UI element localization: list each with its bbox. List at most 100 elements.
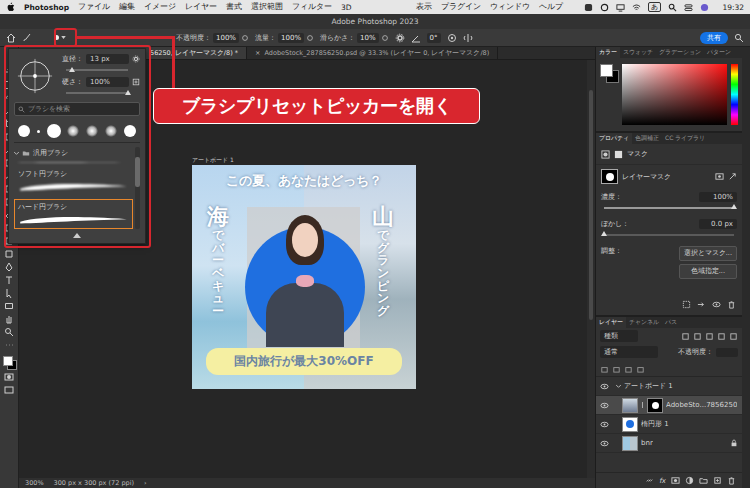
lock-option-icon[interactable] — [612, 364, 621, 373]
brush-tip[interactable] — [18, 125, 30, 137]
brush-preset[interactable]: ハード円ブラシ — [14, 199, 133, 229]
menu-item[interactable]: 書式 — [226, 2, 242, 12]
menu-item[interactable]: ヘルプ — [539, 2, 563, 12]
color-swatches[interactable] — [3, 356, 16, 369]
panel-tab[interactable]: パターン — [704, 47, 734, 58]
hardness-value[interactable]: 100% — [86, 77, 129, 87]
zoom-level[interactable]: 300% — [25, 479, 44, 487]
eye-icon[interactable] — [600, 401, 609, 410]
wifi-icon[interactable] — [632, 3, 641, 12]
quick-mask-icon[interactable] — [4, 372, 14, 382]
angle-value[interactable]: 0° — [427, 33, 441, 43]
artboard[interactable]: この夏、あなたはどっち？海でバーベキュー山でグランピング国内旅行が最大30%OF… — [192, 165, 416, 389]
creative-cloud-icon[interactable] — [600, 3, 609, 12]
pen-tool-icon[interactable] — [4, 262, 14, 272]
link-layers-icon[interactable] — [645, 476, 654, 485]
app-status-icon[interactable] — [584, 3, 593, 12]
brush-tip[interactable] — [86, 125, 98, 137]
opacity-field[interactable] — [716, 348, 738, 357]
menu-item[interactable]: 表示 — [416, 2, 432, 12]
apply-mask-icon[interactable] — [697, 300, 706, 309]
brush-tool-icon[interactable] — [22, 33, 32, 43]
panel-tab[interactable]: チャンネル — [626, 317, 662, 328]
eye-icon[interactable] — [600, 439, 609, 448]
foreground-swatch[interactable] — [3, 356, 13, 366]
layer-row[interactable]: アートボード 1 — [596, 377, 742, 396]
menu-item[interactable]: ウィンドウ — [490, 2, 530, 12]
color-field[interactable] — [622, 64, 727, 125]
density-slider[interactable] — [604, 207, 734, 209]
adjust-button[interactable]: 選択とマスク... — [679, 246, 737, 261]
menu-item[interactable]: プラグイン — [441, 2, 481, 12]
menu-item[interactable]: フィルター — [292, 2, 332, 12]
option-value[interactable]: 10% — [357, 33, 379, 43]
home-icon[interactable] — [6, 33, 16, 43]
vertical-scrollbar[interactable] — [587, 60, 595, 478]
input-mode-indicator[interactable]: あ — [648, 2, 661, 12]
layer-row[interactable]: AdobeSto...7856250 — [596, 396, 742, 415]
option-field[interactable]: 滑らかさ：10% — [320, 33, 389, 43]
panel-tab[interactable]: 色調補正 — [632, 133, 662, 144]
feather-value[interactable]: 0.0 px — [699, 219, 737, 229]
vector-mask-add-icon[interactable] — [728, 172, 737, 181]
layer-style-button[interactable]: fx — [659, 477, 666, 485]
menu-item[interactable]: イメージ — [144, 2, 176, 12]
screen-mode-icon[interactable] — [4, 385, 14, 395]
pressure-icon[interactable] — [381, 34, 389, 42]
angle-icon[interactable] — [411, 33, 421, 43]
search-icon[interactable] — [668, 3, 677, 12]
trash-icon[interactable] — [727, 476, 736, 485]
trash-icon[interactable] — [727, 300, 736, 309]
siri-icon[interactable] — [700, 3, 709, 12]
option-field[interactable]: 不透明度：100% — [176, 33, 249, 43]
vector-mask-icon[interactable] — [614, 150, 623, 159]
layer-row[interactable]: bnr — [596, 434, 742, 453]
brush-preset[interactable]: ソフト円ブラシ — [14, 166, 133, 196]
brush-tip[interactable] — [47, 124, 61, 138]
panel-tab[interactable]: グラデーション — [656, 47, 704, 58]
brush-tip[interactable] — [37, 130, 40, 133]
folder-icon[interactable] — [699, 476, 708, 485]
apple-logo-icon[interactable] — [6, 2, 15, 12]
slider-thumb[interactable] — [69, 67, 75, 72]
option-value[interactable]: 100% — [278, 33, 304, 43]
filter-icon[interactable] — [729, 332, 738, 341]
blend-mode-dropdown[interactable]: 通常 — [600, 346, 658, 358]
adjustment-layer-icon[interactable] — [685, 476, 694, 485]
panel-tab[interactable]: プロパティ — [596, 133, 632, 144]
new-layer-icon[interactable] — [713, 476, 722, 485]
brush-tip[interactable] — [105, 125, 117, 137]
add-mask-icon[interactable] — [671, 476, 680, 485]
slider-thumb[interactable] — [731, 204, 737, 209]
feather-slider[interactable] — [604, 234, 734, 236]
app-menu[interactable]: Photoshop — [24, 3, 69, 12]
option-field[interactable]: 流量：100% — [255, 33, 314, 43]
filter-icon[interactable] — [681, 332, 690, 341]
select-tool-icon[interactable] — [4, 288, 14, 298]
scrollbar[interactable] — [135, 147, 140, 229]
pressure-icon[interactable] — [241, 34, 249, 42]
settings-gear-icon[interactable] — [132, 55, 140, 63]
eye-icon[interactable] — [600, 382, 609, 391]
scroll-thumb[interactable] — [589, 90, 593, 320]
menu-item[interactable]: レイヤー — [185, 2, 217, 12]
dodge-tool-icon[interactable] — [4, 249, 14, 259]
document-tab[interactable]: ×AdobeStock_287856250.psd @ 33.3% (レイヤー … — [247, 47, 498, 59]
menu-item[interactable]: 編集 — [119, 2, 135, 12]
panel-tab[interactable]: CC ライブラリ — [662, 133, 708, 144]
symmetry-icon[interactable] — [463, 33, 473, 43]
brush-folder[interactable]: 汎用ブラシ — [14, 147, 133, 159]
more-tool-icon[interactable] — [4, 340, 14, 350]
slider-thumb[interactable] — [125, 90, 131, 95]
type-tool-icon[interactable] — [4, 275, 14, 285]
fg-bg-colors[interactable] — [600, 64, 618, 82]
brush-tip[interactable] — [124, 125, 136, 137]
shape-tool-icon[interactable] — [4, 301, 14, 311]
panel-tab[interactable]: スウォッチ — [620, 47, 656, 58]
pressure-size-icon[interactable] — [447, 33, 457, 43]
lock-option-icon[interactable] — [600, 364, 609, 373]
brush-angle-icon[interactable] — [16, 57, 54, 95]
resize-handle[interactable] — [14, 233, 140, 238]
pressure-icon[interactable] — [306, 34, 314, 42]
slider-thumb[interactable] — [601, 231, 607, 236]
